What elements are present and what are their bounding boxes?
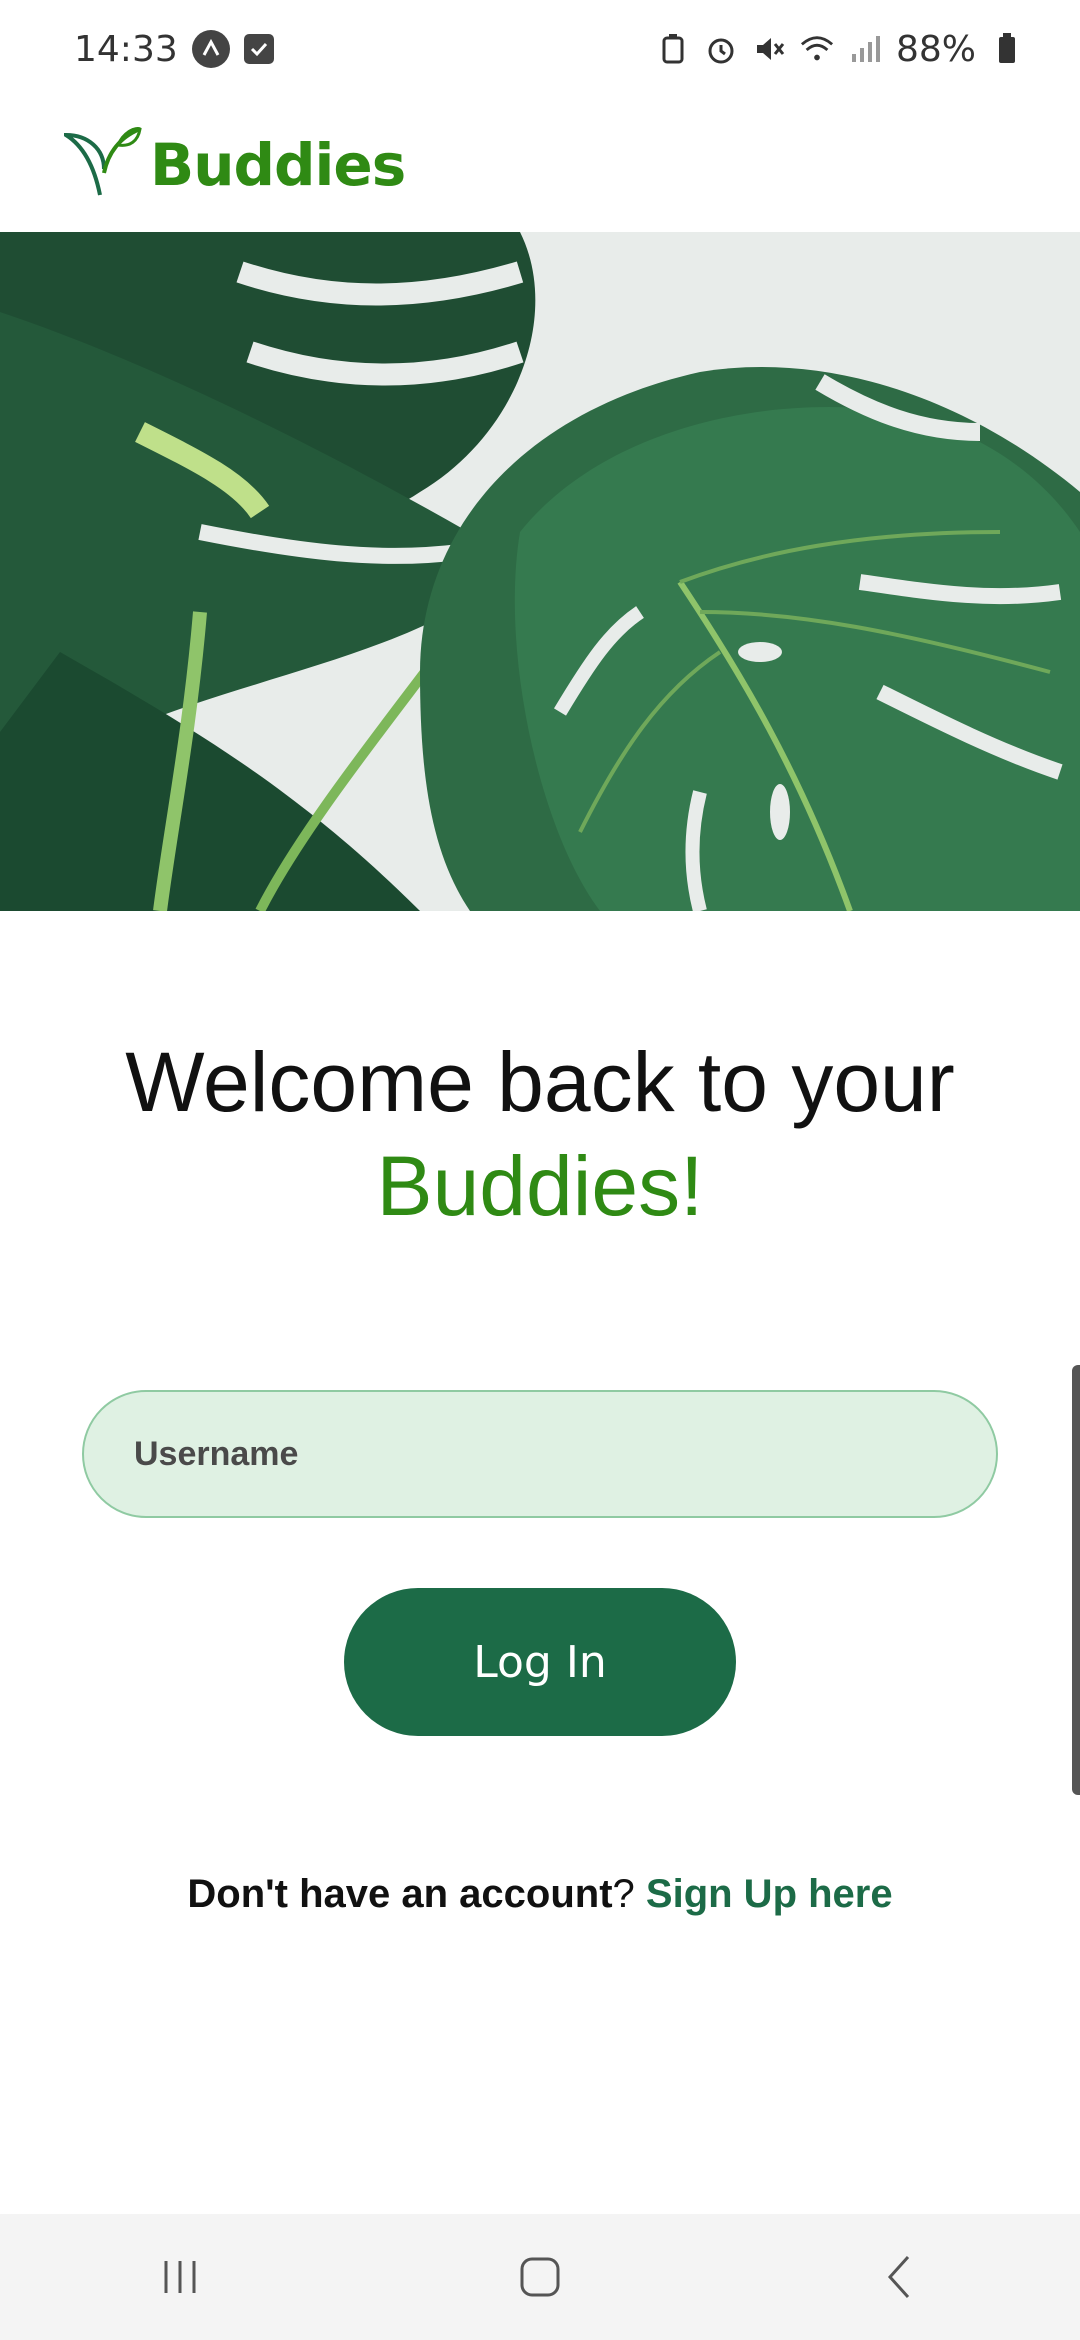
status-time: 14:33 (74, 28, 178, 70)
signup-question-mark: ? (612, 1872, 635, 1916)
battery-percent: 88% (895, 28, 976, 70)
alarm-icon (704, 32, 738, 66)
recent-apps-icon[interactable] (130, 2227, 230, 2327)
notification-app-icon (191, 30, 230, 68)
leaf-logo-icon (59, 125, 144, 205)
hero-plant-image (0, 232, 1080, 911)
welcome-heading: Welcome back to your Buddies! (0, 1030, 1080, 1238)
checkbox-notification-icon (243, 34, 274, 64)
username-input[interactable] (82, 1390, 998, 1518)
status-right: 88% (656, 29, 1024, 70)
home-icon[interactable] (490, 2227, 590, 2327)
wifi-icon (800, 32, 834, 66)
app-logo-text: Buddies (150, 131, 406, 199)
login-button[interactable]: Log In (344, 1588, 736, 1736)
welcome-line-1: Welcome back to your (125, 1035, 955, 1129)
mute-icon (752, 32, 786, 66)
edge-panel-handle[interactable] (1072, 1365, 1080, 1795)
app-header: Buddies (0, 98, 1080, 232)
signup-prompt: Don't have an account? Sign Up here (0, 1872, 1080, 1917)
battery-saver-icon (656, 32, 690, 66)
status-left: 14:33 (74, 29, 274, 70)
back-icon[interactable] (850, 2227, 950, 2327)
welcome-line-2: Buddies! (376, 1139, 704, 1233)
system-nav-bar (0, 2214, 1080, 2340)
battery-icon (990, 32, 1024, 66)
status-bar: 14:33 88% (0, 0, 1080, 98)
signup-prompt-text: Don't have an account (187, 1872, 613, 1916)
signal-icon (848, 32, 882, 66)
signup-link[interactable]: Sign Up here (646, 1872, 893, 1916)
